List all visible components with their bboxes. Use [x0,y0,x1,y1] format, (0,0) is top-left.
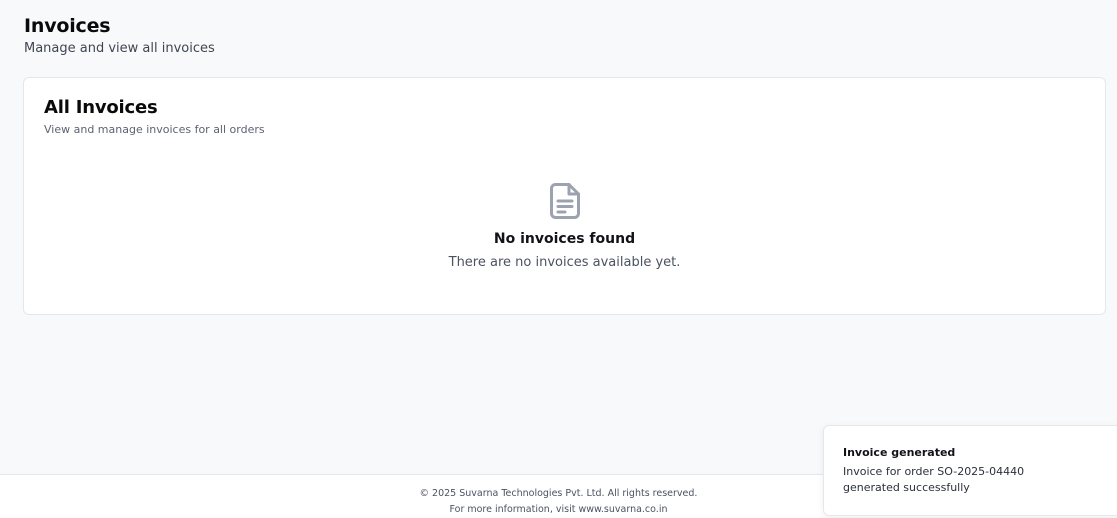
empty-state: No invoices found There are no invoices … [24,182,1105,272]
empty-state-description: There are no invoices available yet. [448,255,681,270]
card-title: All Invoices [44,97,158,118]
invoices-card: All Invoices View and manage invoices fo… [23,77,1106,315]
toast-notification[interactable]: Invoice generated Invoice for order SO-2… [823,425,1117,516]
card-subtitle: View and manage invoices for all orders [44,123,265,136]
toast-title: Invoice generated [843,446,956,459]
toast-message: Invoice for order SO-2025-04440 generate… [843,465,1025,494]
page-subtitle: Manage and view all invoices [24,41,215,56]
page-header: Invoices Manage and view all invoices [24,14,215,58]
page-title: Invoices [24,15,111,37]
file-text-icon [549,183,580,219]
empty-state-title: No invoices found [493,231,636,247]
